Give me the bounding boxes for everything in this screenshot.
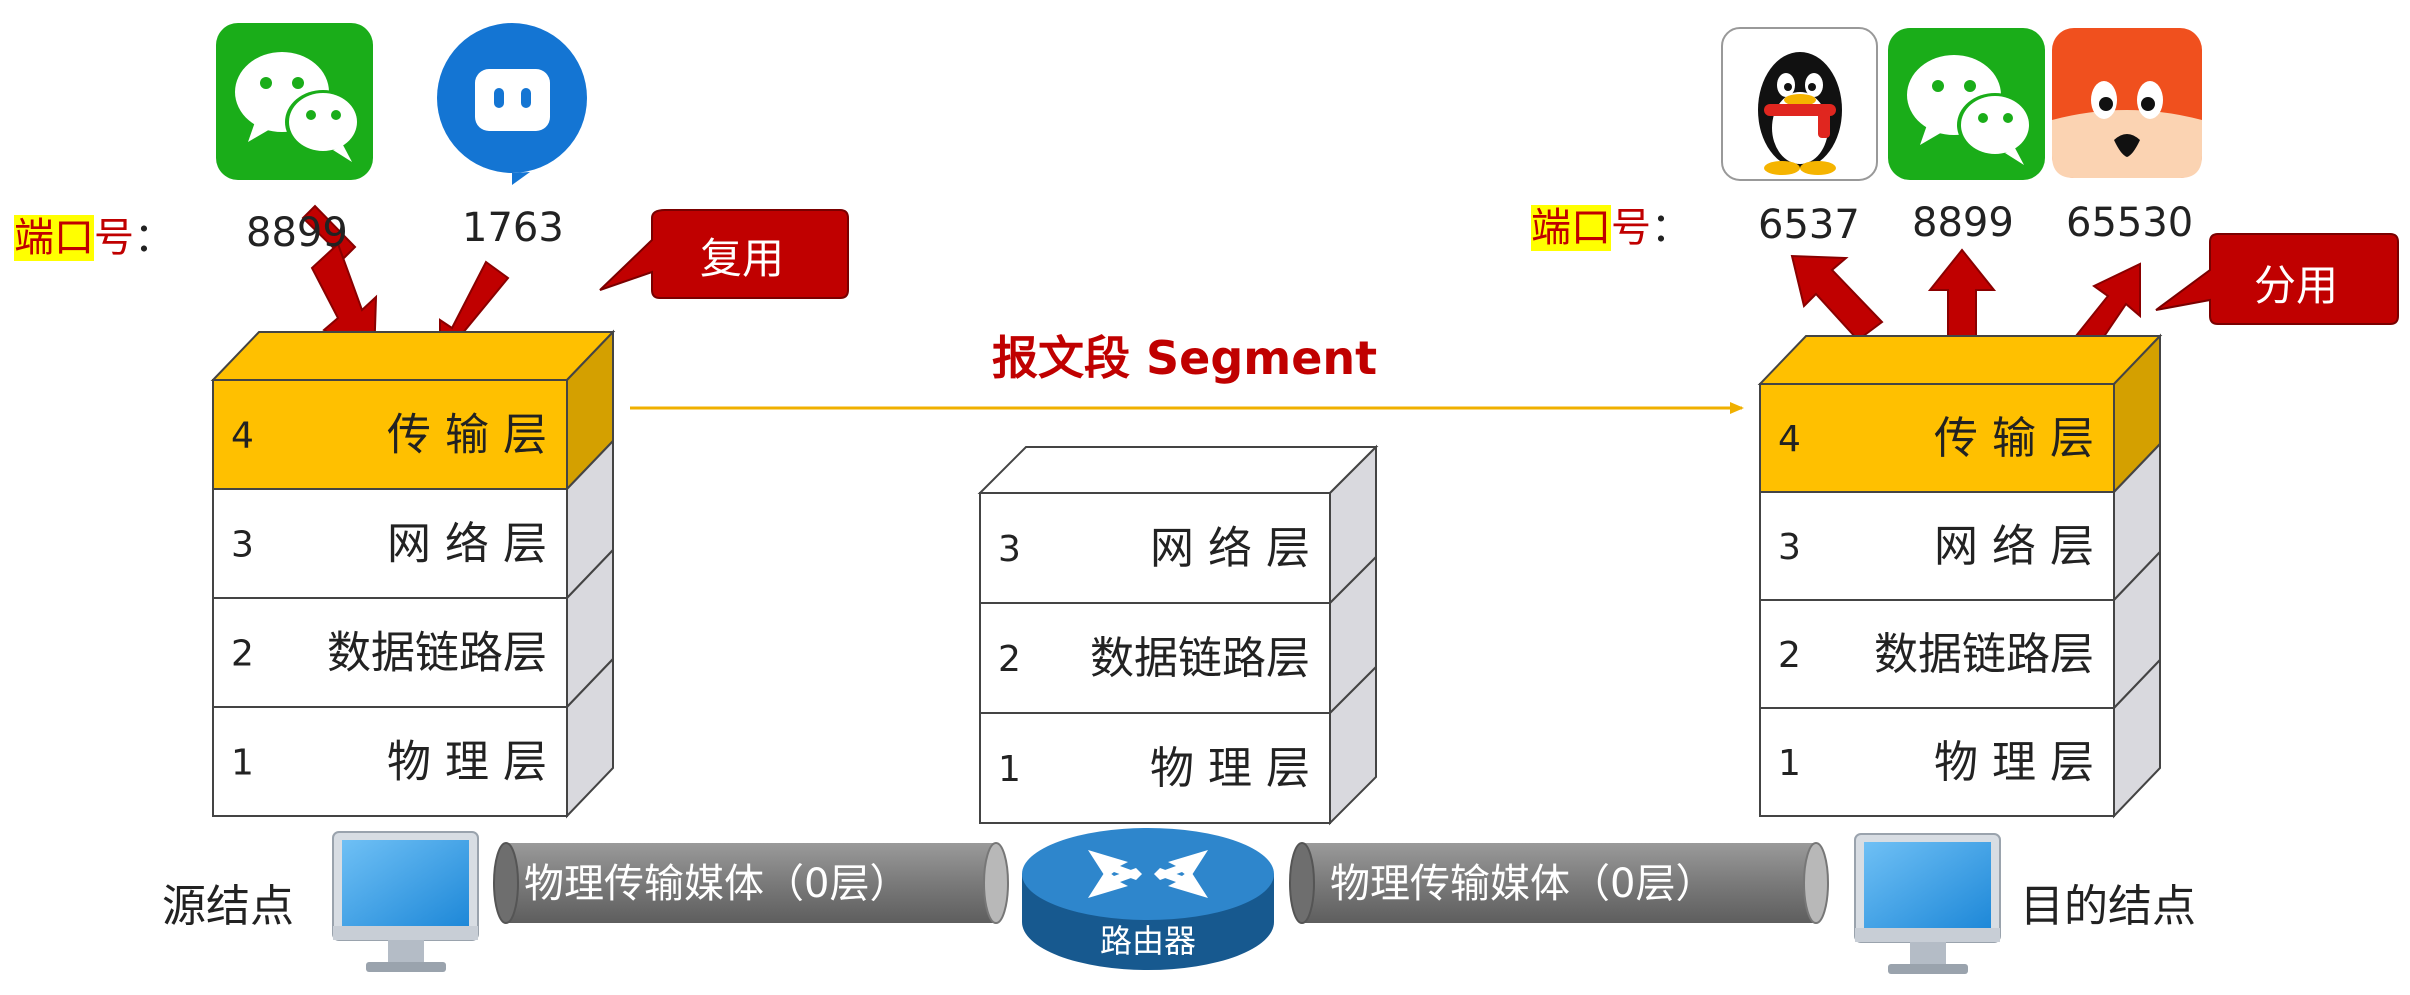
port-number: 8899 (1912, 200, 2014, 246)
layer-name: 网 络 层 (1934, 521, 2094, 572)
layer-number: 2 (998, 639, 1021, 680)
fox-app-icon (2052, 28, 2202, 178)
port-label-highlight: 端口 (1531, 205, 1611, 251)
layer-name: 网 络 层 (1150, 523, 1310, 574)
demux-callout-label: 分用 (2254, 261, 2339, 310)
physical-medium-right-label: 物理传输媒体（0层） (1330, 861, 1715, 907)
layer-name: 物 理 层 (387, 737, 547, 788)
protocol-stack-source: 4 传 输 层 3 网 络 层 2 数据链路层 1 物 理 层 (210, 329, 616, 819)
layer-name: 数据链路层 (1874, 629, 2094, 680)
port-label-left: 端口号： (14, 205, 174, 263)
port-label-rest: 号 (1611, 205, 1651, 251)
port-number: 6537 (1758, 202, 1860, 248)
stack-top-face (1757, 335, 2163, 385)
protocol-stack-router: 3 网 络 层 2 数据链路层 1 物 理 层 (977, 444, 1379, 826)
layer-name: 数据链路层 (327, 628, 547, 679)
layer-number: 2 (231, 634, 254, 675)
port-number: 1763 (462, 205, 564, 251)
monitor-icon (1854, 833, 2001, 974)
layer-number: 3 (231, 525, 254, 566)
mux-callout-label: 复用 (700, 234, 785, 283)
demux-arrow-6537 (1790, 254, 1884, 342)
protocol-stack-destination: 4 传 输 层 3 网 络 层 2 数据链路层 1 物 理 层 (1757, 333, 2163, 819)
physical-medium-right: 物理传输媒体（0层） (1289, 842, 1829, 924)
layer-number: 4 (231, 416, 254, 457)
layer-name: 网 络 层 (387, 519, 547, 570)
wechat-icon (1888, 28, 2045, 180)
source-node-label: 源结点 (162, 881, 294, 932)
port-number: 8899 (246, 210, 348, 256)
layer-name: 物 理 层 (1150, 743, 1310, 794)
destination-node-label: 目的结点 (2020, 881, 2196, 932)
stack-top-face (977, 446, 1379, 494)
monitor-icon (332, 831, 479, 972)
port-label-colon: ： (134, 215, 174, 261)
router-icon: 路由器 (1022, 828, 1274, 970)
layer-number: 1 (998, 749, 1021, 790)
layer-number: 1 (231, 743, 254, 784)
layer-name: 传 输 层 (1934, 413, 2094, 464)
layer-number: 1 (1778, 743, 1801, 784)
layer-number: 4 (1778, 419, 1801, 460)
segment-title: 报文段 Segment (992, 331, 1378, 385)
qq-penguin-icon (1721, 27, 1878, 181)
layer-name: 数据链路层 (1090, 633, 1310, 684)
port-label-highlight: 端口 (14, 215, 94, 261)
port-label-rest: 号 (94, 215, 134, 261)
port-label-colon: ： (1651, 205, 1691, 251)
network-diagram: 4 传 输 层 3 网 络 层 2 数据链路层 1 物 理 层 3 网 络 层 2 数据链路层 1 物 … (210, 23, 2399, 974)
stack-top-face (210, 331, 616, 381)
physical-medium-left: 物理传输媒体（0层） (493, 842, 1009, 924)
wechat-icon (216, 23, 373, 180)
layer-name: 传 输 层 (387, 410, 547, 461)
layer-number: 2 (1778, 635, 1801, 676)
layer-number: 3 (1778, 527, 1801, 568)
physical-medium-left-label: 物理传输媒体（0层） (524, 861, 909, 907)
blue-chat-icon (437, 23, 587, 185)
port-number: 65530 (2066, 200, 2194, 246)
layer-name: 物 理 层 (1934, 737, 2094, 788)
router-label: 路由器 (1100, 922, 1196, 960)
port-label-right: 端口号： (1531, 195, 1691, 253)
layer-number: 3 (998, 529, 1021, 570)
